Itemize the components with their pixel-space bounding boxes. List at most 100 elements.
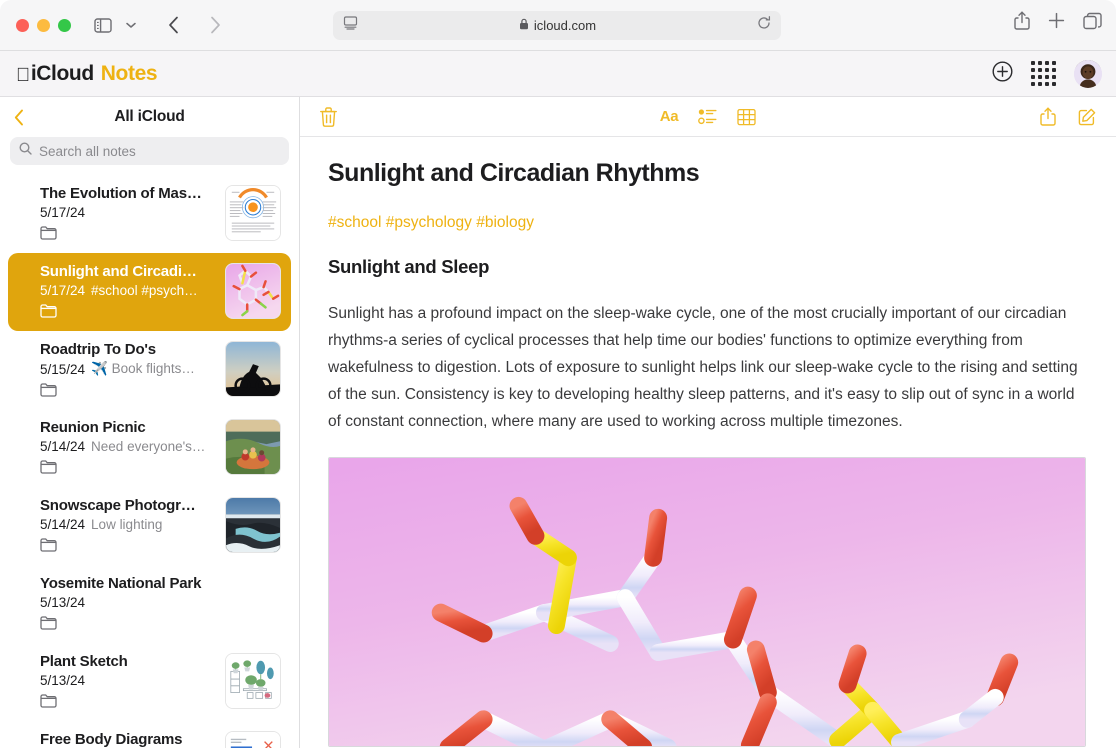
sidebar-header: All iCloud <box>0 97 299 137</box>
forward-arrow-icon[interactable] <box>201 12 229 38</box>
note-item-title: Free Body Diagrams <box>40 731 215 748</box>
search-icon <box>19 142 32 160</box>
note-item-meta: 5/15/24 ✈️ Book flights… <box>40 361 215 377</box>
editor-toolbar-right <box>1040 107 1096 126</box>
icloud-label: iCloud <box>31 62 94 86</box>
note-paragraph: Sunlight has a profound impact on the sl… <box>328 300 1083 435</box>
note-item-thumbnail <box>225 731 281 748</box>
folder-icon <box>40 383 215 397</box>
note-item-text: Roadtrip To Do's 5/15/24 ✈️ Book flights… <box>40 341 225 397</box>
note-item-title: The Evolution of Mas… <box>40 185 215 202</box>
list-item[interactable]: Reunion Picnic 5/14/24 Need everyone's… <box>8 409 291 487</box>
address-bar[interactable]: icloud.com <box>333 11 781 40</box>
table-icon[interactable] <box>737 108 756 126</box>
list-item[interactable]: Roadtrip To Do's 5/15/24 ✈️ Book flights… <box>8 331 291 409</box>
compose-icon[interactable] <box>1078 108 1096 126</box>
url-label: icloud.com <box>534 18 596 33</box>
minimize-button[interactable] <box>37 19 50 32</box>
browser-toolbar: icloud.com <box>0 0 1116 51</box>
list-item[interactable]: Plant Sketch 5/13/24 <box>8 643 291 721</box>
note-item-meta: 5/14/24 Need everyone's… <box>40 439 215 454</box>
list-item[interactable]: Yosemite National Park 5/13/24 <box>8 565 291 643</box>
note-item-date: 5/13/24 <box>40 595 85 610</box>
search-box[interactable] <box>10 137 289 165</box>
avatar[interactable] <box>1074 60 1102 88</box>
note-item-snippet: #school #psych… <box>91 283 198 298</box>
note-item-date: 5/15/24 <box>40 362 85 377</box>
note-item-snippet: ✈️ Book flights… <box>91 361 195 377</box>
note-item-title: Sunlight and Circadi… <box>40 263 215 280</box>
folder-icon <box>40 616 271 630</box>
back-arrow-icon[interactable] <box>159 12 187 38</box>
share-icon[interactable] <box>1014 11 1030 35</box>
note-item-meta: 5/14/24 Low lighting <box>40 517 215 532</box>
note-item-title: Roadtrip To Do's <box>40 341 215 358</box>
list-item[interactable]: Snowscape Photogr… 5/14/24 Low lighting <box>8 487 291 565</box>
note-item-text: Plant Sketch 5/13/24 <box>40 653 225 708</box>
note-item-text: Yosemite National Park 5/13/24 <box>40 575 281 630</box>
trash-icon[interactable] <box>320 107 337 127</box>
zoom-button[interactable] <box>58 19 71 32</box>
note-item-meta: 5/13/24 <box>40 673 215 688</box>
lock-icon <box>519 18 529 33</box>
note-item-thumbnail <box>225 653 281 709</box>
note-item-text: Sunlight and Circadi… 5/17/24 #school #p… <box>40 263 225 318</box>
reader-view-icon[interactable] <box>343 16 358 35</box>
url-text-container: icloud.com <box>358 18 757 33</box>
search-container <box>0 137 299 175</box>
folder-icon <box>40 538 215 552</box>
note-tags[interactable]: #school #psychology #biology <box>328 214 1086 232</box>
note-list[interactable]: The Evolution of Mas… 5/17/24 <box>0 175 299 748</box>
icloud-app-header:  iCloud Notes <box>0 51 1116 97</box>
icloud-brand[interactable]:  iCloud Notes <box>16 62 157 86</box>
folder-icon <box>40 226 215 240</box>
editor-toolbar-center: Aa <box>300 108 1116 126</box>
folder-icon <box>40 460 215 474</box>
note-heading: Sunlight and Sleep <box>328 256 1086 278</box>
close-button[interactable] <box>16 19 29 32</box>
list-item[interactable]: Free Body Diagrams <box>8 721 291 748</box>
note-editor: Aa <box>300 97 1116 748</box>
note-item-text: The Evolution of Mas… 5/17/24 <box>40 185 225 240</box>
note-item-date: 5/17/24 <box>40 283 85 298</box>
note-item-date: 5/14/24 <box>40 439 85 454</box>
note-item-title: Snowscape Photogr… <box>40 497 215 514</box>
note-attached-image[interactable] <box>328 457 1086 747</box>
note-item-thumbnail <box>225 341 281 397</box>
share-icon[interactable] <box>1040 107 1056 126</box>
note-item-title: Yosemite National Park <box>40 575 271 592</box>
window-traffic-lights <box>16 19 71 32</box>
note-item-meta: 5/17/24 <box>40 205 215 220</box>
safari-window: icloud.com <box>0 0 1116 748</box>
note-item-thumbnail <box>225 497 281 553</box>
app-name-label: Notes <box>101 62 157 86</box>
folder-icon <box>40 304 215 318</box>
list-item[interactable]: The Evolution of Mas… 5/17/24 <box>8 175 291 253</box>
checklist-icon[interactable] <box>698 108 717 125</box>
reload-icon[interactable] <box>757 16 771 35</box>
app-grid-icon[interactable] <box>1031 61 1056 86</box>
note-item-text: Snowscape Photogr… 5/14/24 Low lighting <box>40 497 225 552</box>
chevron-down-icon[interactable] <box>117 12 145 38</box>
plus-icon[interactable] <box>1048 12 1065 34</box>
note-item-thumbnail <box>225 263 281 319</box>
app-header-actions <box>992 60 1102 88</box>
search-input[interactable] <box>39 144 280 159</box>
notes-sidebar: All iCloud The Evoluti <box>0 97 300 748</box>
note-item-thumbnail <box>225 185 281 241</box>
editor-toolbar: Aa <box>300 97 1116 137</box>
note-item-date: 5/17/24 <box>40 205 85 220</box>
note-item-thumbnail <box>225 419 281 475</box>
chevron-left-icon[interactable] <box>14 109 36 126</box>
note-content[interactable]: Sunlight and Circadian Rhythms #school #… <box>300 137 1116 748</box>
tab-overview-icon[interactable] <box>1083 12 1102 35</box>
note-item-text: Reunion Picnic 5/14/24 Need everyone's… <box>40 419 225 474</box>
text-format-icon[interactable]: Aa <box>660 108 679 125</box>
sidebar-title: All iCloud <box>0 108 299 126</box>
note-item-date: 5/14/24 <box>40 517 85 532</box>
list-item[interactable]: Sunlight and Circadi… 5/17/24 #school #p… <box>8 253 291 331</box>
note-item-meta: 5/13/24 <box>40 595 271 610</box>
sidebar-toggle-icon[interactable] <box>89 12 117 38</box>
note-item-title: Plant Sketch <box>40 653 215 670</box>
plus-circle-icon[interactable] <box>992 61 1013 87</box>
